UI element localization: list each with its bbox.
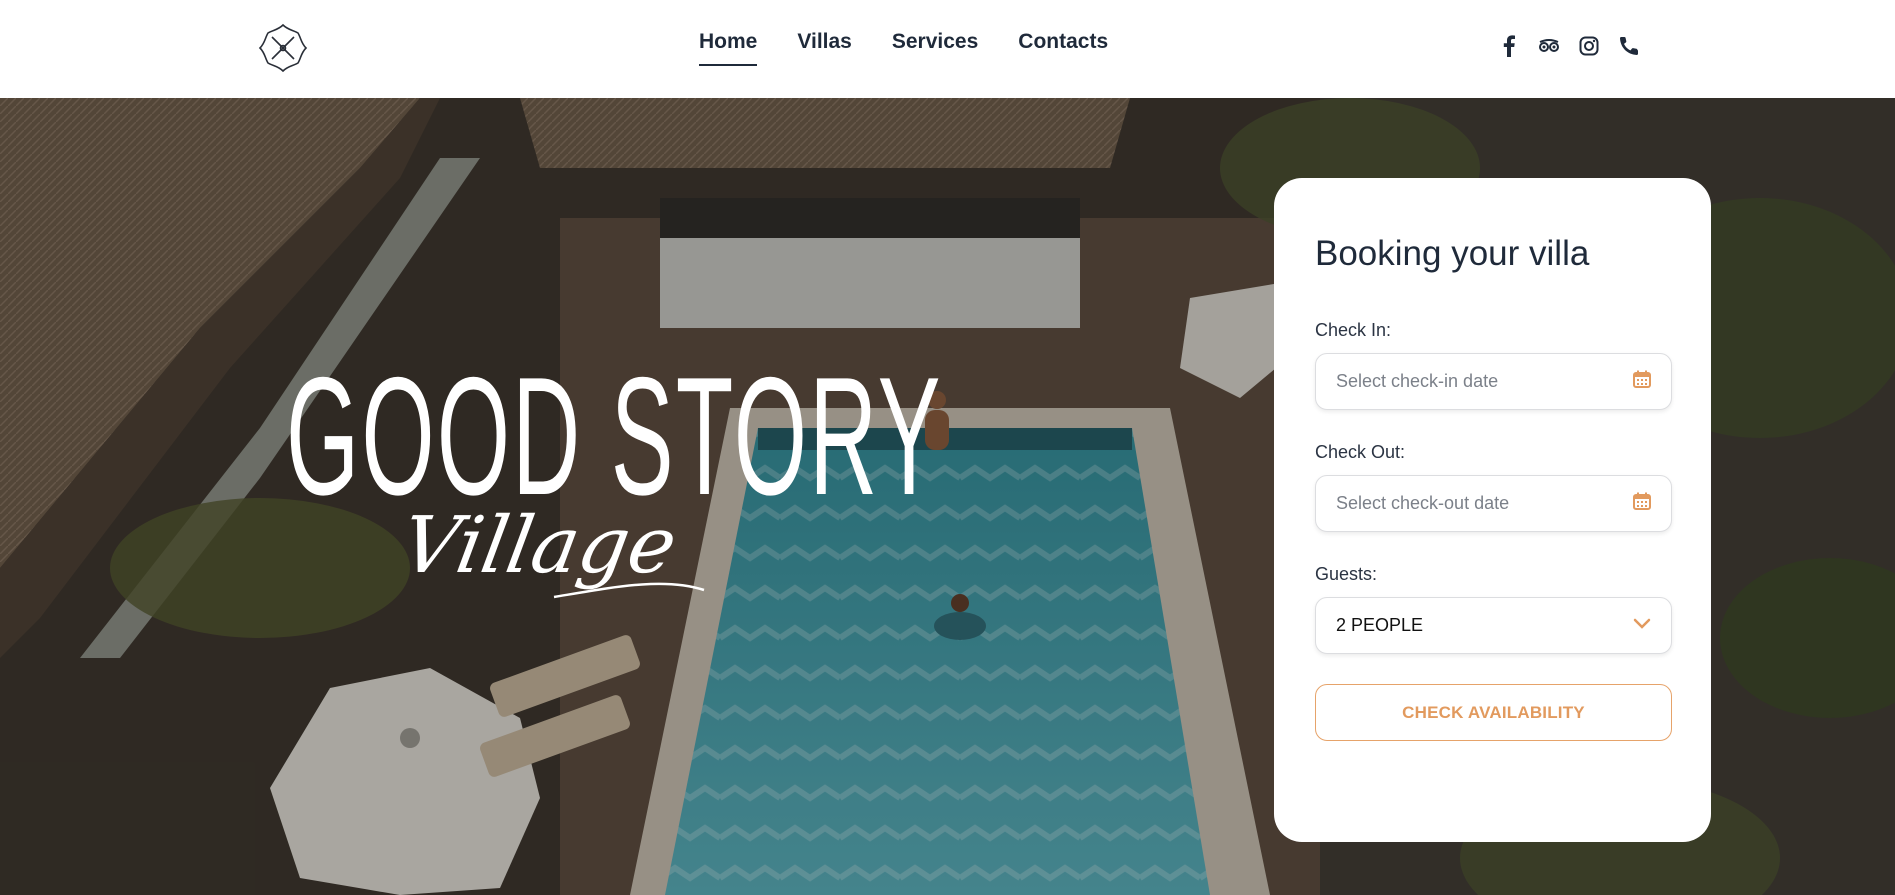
site-header: Home Villas Services Contacts: [0, 0, 1895, 98]
guests-select[interactable]: 2 PEOPLE: [1315, 597, 1672, 654]
check-out-placeholder: Select check-out date: [1336, 493, 1510, 513]
check-out-field[interactable]: Select check-out date: [1315, 475, 1672, 532]
phone-icon[interactable]: [1618, 34, 1640, 58]
nav-contacts[interactable]: Contacts: [1018, 30, 1108, 66]
social-links: [1498, 34, 1640, 58]
calendar-icon[interactable]: [1633, 492, 1651, 515]
guests-label: Guests:: [1315, 564, 1378, 584]
tripadvisor-icon[interactable]: [1538, 34, 1560, 58]
hero-title-script: Village: [404, 500, 705, 599]
nav-services[interactable]: Services: [892, 30, 978, 66]
calendar-icon[interactable]: [1633, 370, 1651, 393]
check-in-placeholder: Select check-in date: [1336, 371, 1499, 391]
chevron-down-icon[interactable]: [1633, 617, 1651, 635]
nav-villas[interactable]: Villas: [797, 30, 852, 66]
booking-card: Booking your villa Check In: Select chec…: [1274, 178, 1711, 842]
check-in-label: Check In:: [1315, 320, 1392, 340]
facebook-icon[interactable]: [1498, 34, 1520, 58]
instagram-icon[interactable]: [1578, 34, 1600, 58]
nav-home[interactable]: Home: [699, 30, 758, 66]
check-out-label: Check Out:: [1315, 442, 1406, 462]
check-in-field[interactable]: Select check-in date: [1315, 353, 1672, 410]
main-nav: Home Villas Services Contacts: [699, 30, 1108, 66]
svg-text:Village: Village: [404, 500, 683, 591]
booking-title: Booking your villa: [1315, 234, 1590, 273]
guests-value: 2 PEOPLE: [1336, 615, 1424, 635]
logo-icon[interactable]: [257, 22, 309, 74]
check-availability-button[interactable]: CHECK AVAILABILITY: [1315, 684, 1672, 741]
